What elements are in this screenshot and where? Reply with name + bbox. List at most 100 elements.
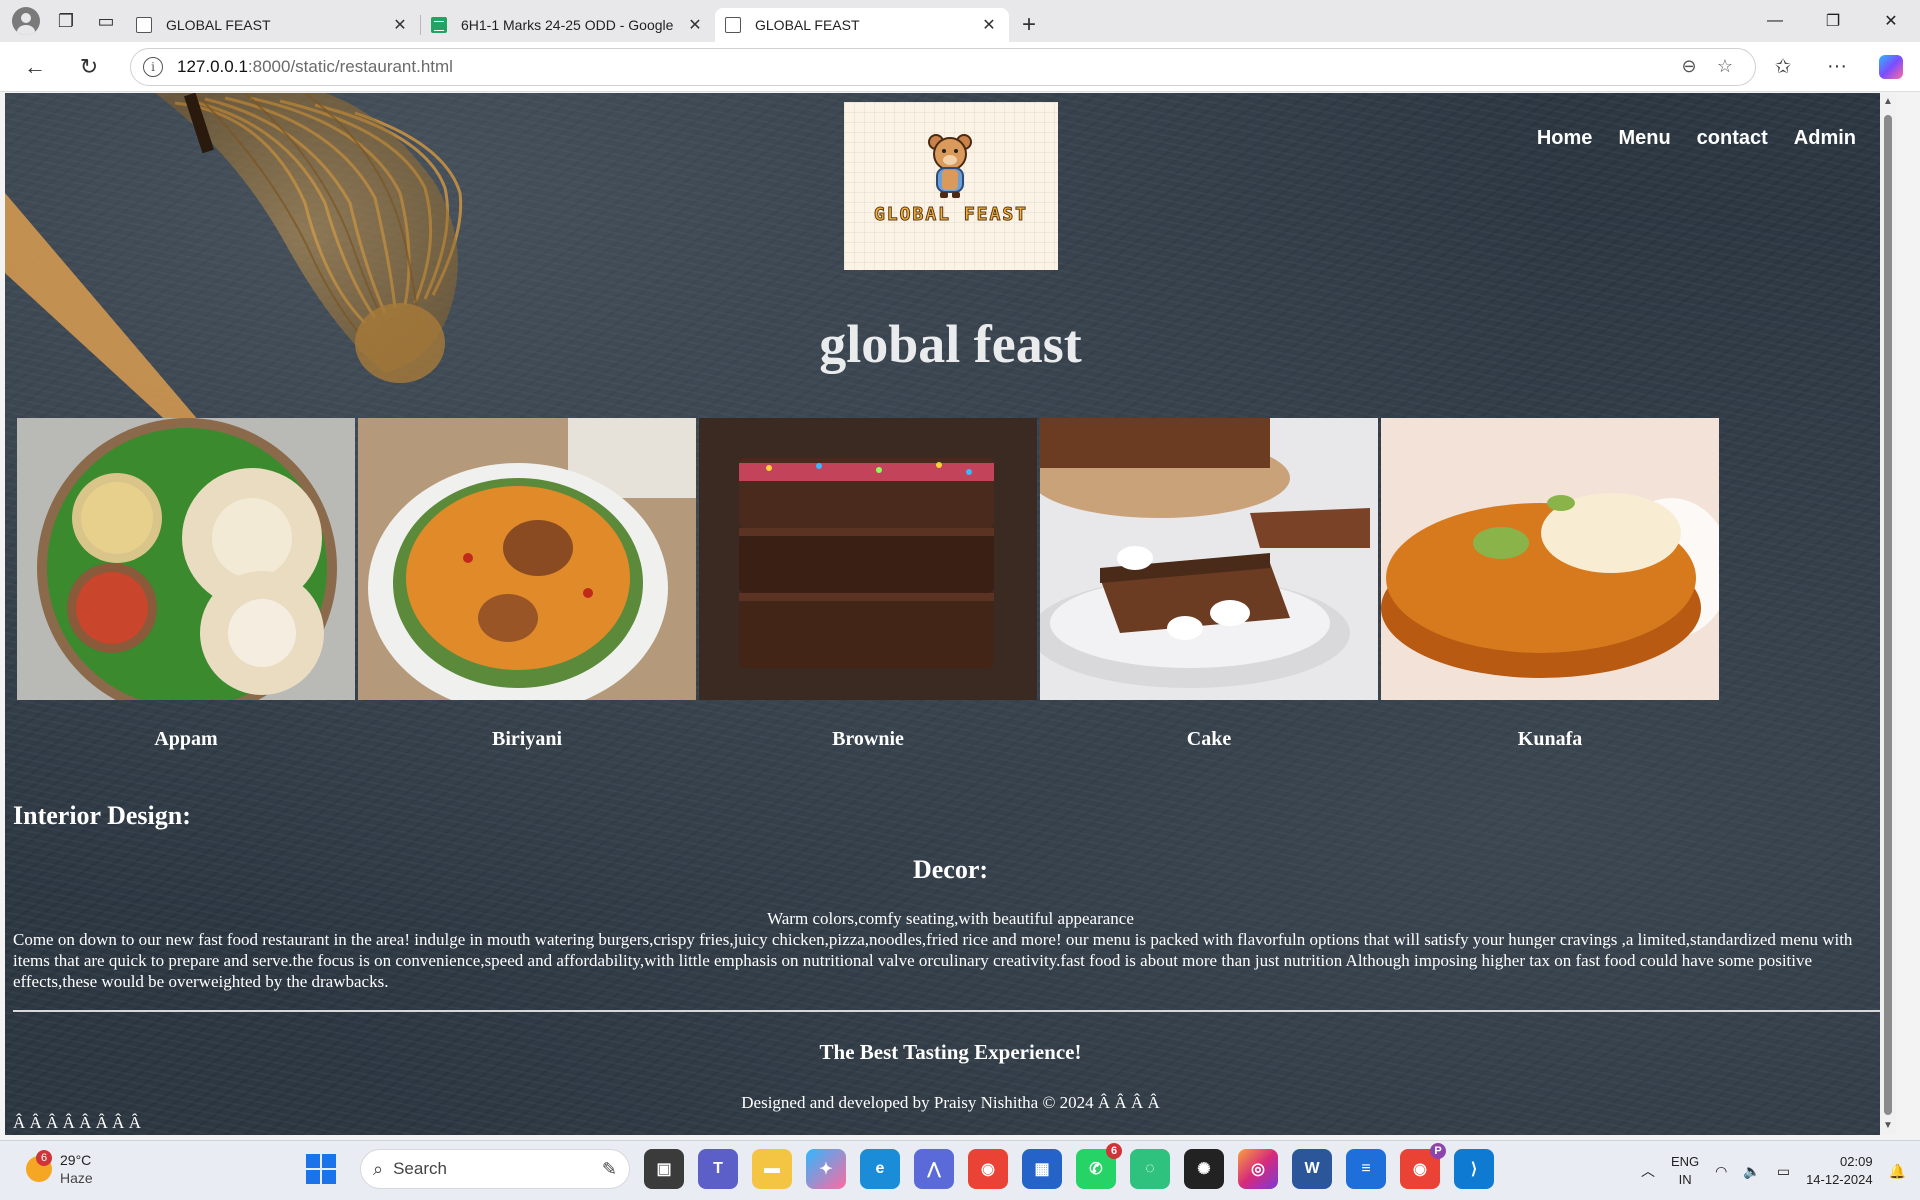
tab-marks-sheet[interactable]: 6H1-1 Marks 24-25 ODD - Google ✕ (421, 8, 715, 42)
tab-global-feast-active[interactable]: GLOBAL FEAST ✕ (715, 8, 1009, 42)
dish-card-cake[interactable]: Cake (1040, 418, 1378, 751)
main-nav: Home Menu contact Admin (1537, 127, 1856, 150)
dish-name: Appam (154, 728, 218, 750)
scroll-down-icon[interactable]: ▼ (1880, 1117, 1896, 1135)
notifications-icon[interactable]: 🔔 (1889, 1163, 1906, 1180)
tab-global-feast-1[interactable]: GLOBAL FEAST ✕ (126, 8, 420, 42)
edge-icon[interactable]: e (860, 1149, 900, 1189)
close-window-icon[interactable]: ✕ (1862, 0, 1920, 42)
tab-label: GLOBAL FEAST (755, 17, 860, 33)
close-icon[interactable]: ✕ (979, 15, 999, 35)
nav-admin-link[interactable]: Admin (1794, 127, 1856, 150)
kunafa-photo (1381, 418, 1719, 700)
taskbar-apps: ⌕ Search ✎ ▣ T ▬ ✦ e ⋀ ◉ ▦ ✆ 6 ◌ ✺ ◎ W ≡… (306, 1143, 1494, 1189)
profile-icon[interactable] (12, 7, 40, 35)
interior-design-heading: Interior Design: (13, 801, 191, 830)
teams-icon[interactable]: T (698, 1149, 738, 1189)
vertical-tabs-icon[interactable]: ▭ (86, 0, 126, 42)
more-options-icon[interactable]: ··· (1810, 55, 1864, 78)
dish-gallery: Appam Biriyani Brownie Cake Kunafa (17, 418, 1719, 751)
battery-icon[interactable]: ▭ (1777, 1163, 1790, 1180)
taskbar-search[interactable]: ⌕ Search ✎ (360, 1149, 630, 1189)
favorite-star-icon[interactable]: ☆ (1707, 56, 1743, 77)
windows-start-icon[interactable] (306, 1154, 336, 1184)
chrome-profile-icon[interactable]: ◉ P (1400, 1143, 1446, 1189)
chatgpt-icon[interactable]: ✺ (1184, 1149, 1224, 1189)
page-icon (136, 17, 152, 33)
nav-menu-link[interactable]: Menu (1618, 127, 1670, 150)
whatsapp-icon[interactable]: ✆ 6 (1076, 1143, 1122, 1189)
about-paragraph: Come on down to our new fast food restau… (13, 930, 1853, 991)
dish-name: Biriyani (491, 728, 562, 750)
file-explorer-icon[interactable]: ▬ (752, 1149, 792, 1189)
task-view-icon[interactable]: ▣ (644, 1149, 684, 1189)
nav-home-link[interactable]: Home (1537, 127, 1593, 150)
copilot-app-icon[interactable]: ✦ (806, 1149, 846, 1189)
tagline: The Best Tasting Experience! (819, 1040, 1082, 1064)
window-controls: — ❐ ✕ (1746, 0, 1920, 42)
scroll-thumb[interactable] (1884, 115, 1892, 1115)
favorites-icon[interactable]: ✩ (1756, 54, 1810, 79)
dish-name: Brownie (832, 728, 904, 750)
vscode-icon[interactable]: ⟩ (1454, 1149, 1494, 1189)
sheets-icon (431, 17, 447, 33)
teddy-bear-logo-icon (928, 134, 972, 198)
profile-badge: P (1430, 1143, 1446, 1159)
info-icon[interactable]: i (143, 56, 163, 77)
weather-widget[interactable]: 6 29°C Haze (26, 1150, 93, 1187)
search-placeholder: Search (393, 1159, 447, 1178)
copilot-icon[interactable] (1879, 54, 1903, 79)
close-icon[interactable]: ✕ (390, 15, 410, 35)
footer-credits: Designed and developed by Praisy Nishith… (741, 1093, 1160, 1112)
instagram-icon[interactable]: ◎ (1238, 1149, 1278, 1189)
word-icon[interactable]: W (1292, 1149, 1332, 1189)
scroll-up-icon[interactable]: ▲ (1880, 93, 1896, 111)
weather-condition: Haze (60, 1170, 93, 1186)
decor-description: Warm colors,comfy seating,with beautiful… (767, 909, 1134, 928)
language-code: ENG (1671, 1154, 1700, 1169)
logo-text: GLOBAL FEAST (873, 204, 1029, 226)
cake-photo (1040, 418, 1378, 700)
url-field[interactable]: i 127.0.0.1 :8000/static/restaurant.html… (130, 47, 1756, 86)
search-highlight-icon: ✎ (601, 1158, 617, 1179)
nav-contact-link[interactable]: contact (1697, 127, 1768, 150)
loop-icon[interactable]: ◌ (1130, 1149, 1170, 1189)
date: 14-12-2024 (1806, 1172, 1873, 1187)
dish-name: Kunafa (1517, 728, 1583, 750)
close-icon[interactable]: ✕ (685, 15, 705, 35)
dish-card-appam[interactable]: Appam (17, 418, 355, 751)
new-tab-button[interactable]: + (1009, 8, 1049, 42)
clock[interactable]: 02:09 14-12-2024 (1806, 1153, 1873, 1189)
show-hidden-icons-icon[interactable]: ︿ (1641, 1161, 1655, 1181)
zoom-out-icon[interactable]: ⊖ (1671, 56, 1707, 77)
workspaces-icon[interactable]: ❐ (46, 0, 86, 42)
dish-name: Cake (1186, 728, 1232, 750)
back-icon[interactable]: ← (8, 47, 62, 87)
minimize-icon[interactable]: — (1746, 0, 1804, 42)
address-bar-row: ← ↻ i 127.0.0.1 :8000/static/restaurant.… (0, 42, 1920, 92)
language-indicator[interactable]: ENG IN (1671, 1153, 1699, 1189)
notepad-icon[interactable]: ≡ (1346, 1149, 1386, 1189)
store-icon[interactable]: ▦ (1022, 1149, 1062, 1189)
weather-badge: 6 (36, 1150, 52, 1166)
dish-card-kunafa[interactable]: Kunafa (1381, 418, 1719, 751)
page-title: global feast (819, 314, 1082, 374)
page-scrollbar[interactable]: ▲ ▼ (1880, 93, 1896, 1135)
tab-label: 6H1-1 Marks 24-25 ODD - Google (461, 17, 674, 33)
dish-card-biriyani[interactable]: Biriyani (358, 418, 696, 751)
volume-muted-icon[interactable]: 🔈 (1743, 1163, 1760, 1180)
site-logo[interactable]: GLOBAL FEAST (844, 102, 1058, 270)
restore-icon[interactable]: ❐ (1804, 0, 1862, 42)
doc-icon (725, 17, 741, 33)
wifi-icon[interactable]: ◠ (1715, 1163, 1727, 1180)
url-path: :8000/static/restaurant.html (247, 56, 453, 76)
dish-card-brownie[interactable]: Brownie (699, 418, 1037, 751)
tab-label: GLOBAL FEAST (166, 17, 271, 33)
refresh-icon[interactable]: ↻ (62, 47, 116, 87)
stray-characters: Â Â Â Â Â Â Â Â (13, 1113, 141, 1132)
chrome-icon[interactable]: ◉ (968, 1149, 1008, 1189)
search-icon: ⌕ (373, 1158, 384, 1179)
temperature: 29°C (60, 1152, 92, 1168)
biriyani-photo (358, 418, 696, 700)
arc-icon[interactable]: ⋀ (914, 1149, 954, 1189)
